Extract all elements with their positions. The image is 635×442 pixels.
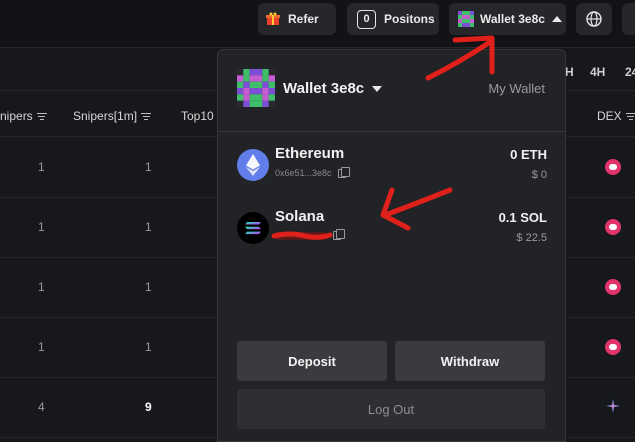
cell-snipers: 1: [38, 280, 45, 294]
copy-icon[interactable]: [333, 229, 345, 240]
ethereum-icon: [237, 149, 269, 181]
dex-icon: [605, 219, 621, 235]
cell-snipers-1m: 1: [145, 340, 152, 354]
header-dex-label: DEX: [597, 109, 622, 123]
refer-button[interactable]: Refer: [258, 3, 336, 35]
timeframe-1h[interactable]: H: [565, 65, 574, 79]
chain-usd-value: $ 0: [531, 169, 547, 181]
header-snipers[interactable]: nipers: [0, 109, 47, 123]
chain-name: Ethereum: [275, 145, 345, 162]
wallet-button-label: Wallet 3e8c: [480, 12, 545, 26]
my-wallet-link[interactable]: My Wallet: [488, 81, 545, 96]
chain-balance: 0 ETH: [510, 147, 547, 162]
header-snipers-1m-label: Snipers[1m]: [73, 109, 138, 123]
header-snipers-1m[interactable]: Snipers[1m]: [73, 109, 152, 123]
sparkle-icon: [606, 399, 620, 413]
chain-balance: 0.1 SOL: [498, 210, 547, 225]
filter-icon: [625, 111, 635, 122]
cell-snipers: 1: [38, 160, 45, 174]
dex-icon: [605, 159, 621, 175]
wallet-name-selector[interactable]: Wallet 3e8c: [283, 80, 383, 97]
chain-row-solana[interactable]: Solana 0.1 SOL $ 22.5: [237, 208, 547, 252]
wallet-button[interactable]: Wallet 3e8c: [449, 3, 566, 35]
settings-button[interactable]: [622, 3, 635, 35]
chain-address[interactable]: [275, 229, 345, 240]
cell-snipers-1m: 1: [145, 160, 152, 174]
wallet-avatar: [237, 69, 275, 107]
positions-label: Positons: [384, 12, 435, 26]
solana-icon: [237, 212, 269, 244]
positions-button[interactable]: 0 Positons: [347, 3, 439, 35]
chain-address[interactable]: 0x6e51...3e8c: [275, 166, 350, 178]
cell-snipers-1m: 1: [145, 280, 152, 294]
header-snipers-label: nipers: [0, 109, 33, 123]
address-text-redacted: [275, 231, 327, 240]
globe-icon: [586, 11, 602, 27]
language-button[interactable]: [576, 3, 612, 35]
address-text: 0x6e51...3e8c: [275, 168, 332, 178]
header-top10[interactable]: Top10: [181, 109, 214, 123]
header-top10-label: Top10: [181, 109, 214, 123]
wallet-name: Wallet 3e8c: [283, 80, 365, 97]
copy-icon[interactable]: [337, 166, 350, 178]
refer-label: Refer: [288, 12, 319, 26]
cell-snipers: 4: [38, 400, 45, 414]
caret-up-icon: [551, 16, 562, 22]
dex-icon: [605, 339, 621, 355]
chain-usd-value: $ 22.5: [516, 232, 547, 244]
cell-snipers-1m: 9: [145, 400, 152, 414]
header-dex[interactable]: DEX: [597, 109, 635, 123]
cell-snipers: 1: [38, 220, 45, 234]
top-bar: Refer 0 Positons Wallet 3e8c: [0, 0, 635, 48]
timeframe-24h[interactable]: 24: [625, 65, 635, 79]
chain-name: Solana: [275, 208, 325, 225]
logout-button[interactable]: Log Out: [237, 389, 545, 429]
gift-icon: [266, 12, 280, 26]
dex-icon: [605, 279, 621, 295]
cell-snipers-1m: 1: [145, 220, 152, 234]
wallet-dropdown: Wallet 3e8c My Wallet Ethereum 0x6e51...…: [217, 49, 566, 442]
cell-snipers: 1: [38, 340, 45, 354]
positions-count: 0: [357, 9, 376, 29]
deposit-button[interactable]: Deposit: [237, 341, 387, 381]
caret-down-icon: [372, 85, 383, 92]
withdraw-button[interactable]: Withdraw: [395, 341, 545, 381]
wallet-panel-header: Wallet 3e8c My Wallet: [218, 50, 565, 132]
timeframe-4h[interactable]: 4H: [590, 65, 605, 79]
chain-row-ethereum[interactable]: Ethereum 0x6e51...3e8c 0 ETH $ 0: [237, 145, 547, 189]
filter-icon: [141, 111, 152, 122]
filter-icon: [36, 111, 47, 122]
wallet-avatar-icon: [458, 11, 474, 27]
